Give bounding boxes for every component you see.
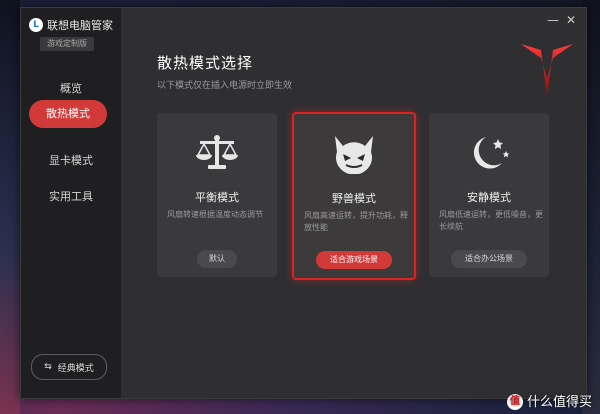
sidebar-item-gpu-mode[interactable]: 显卡模式 xyxy=(21,152,121,168)
close-button[interactable]: ✕ xyxy=(564,13,578,27)
minimize-button[interactable]: — xyxy=(546,13,560,27)
desktop-left-edge xyxy=(0,0,20,414)
mode-description: 风扇低速运转，更低噪音，更长续航 xyxy=(439,210,543,231)
mode-name: 平衡模式 xyxy=(195,191,239,204)
office-scene-button[interactable]: 适合办公场景 xyxy=(451,250,527,268)
gaming-scene-button[interactable]: 适合游戏场景 xyxy=(316,251,392,269)
classic-mode-button[interactable]: ⇆ 经典模式 xyxy=(31,354,107,380)
sidebar-item-cooling-mode[interactable]: 散热模式 xyxy=(29,100,107,128)
switch-arrows-icon: ⇆ xyxy=(44,362,52,372)
mode-description: 风扇高速运转，提升功耗，释放性能 xyxy=(304,211,408,232)
lenovo-logo-icon: L xyxy=(29,18,43,32)
watermark: 值什么值得买 xyxy=(506,391,592,410)
main-panel: — ✕ 散热模式选择 以下模式仅在插入电源时立即生效 平衡模式 风扇转速根据温度… xyxy=(121,8,586,398)
mode-description: 风扇转速根据温度动态调节 xyxy=(167,210,263,219)
app-window: L 联想电脑管家 游戏定制版 概览 散热模式 显卡模式 实用工具 ⇆ 经典模式 … xyxy=(20,7,587,399)
moon-stars-icon xyxy=(473,137,510,169)
page-title: 散热模式选择 xyxy=(157,54,254,72)
sidebar-item-utilities[interactable]: 实用工具 xyxy=(21,188,121,204)
default-tag-button[interactable]: 默认 xyxy=(197,250,237,268)
edition-badge: 游戏定制版 xyxy=(40,37,94,51)
mode-card-beast[interactable]: 野兽模式 风扇高速运转，提升功耗，释放性能 适合游戏场景 xyxy=(292,112,416,280)
sidebar-item-overview[interactable]: 概览 xyxy=(21,80,121,96)
mode-name: 安静模式 xyxy=(467,191,511,204)
beast-face-icon xyxy=(335,136,373,174)
brand: L 联想电脑管家 xyxy=(29,17,113,33)
mode-card-balanced[interactable]: 平衡模式 风扇转速根据温度动态调节 默认 xyxy=(157,113,277,277)
legion-y-emblem-icon xyxy=(521,44,573,96)
page-subtitle: 以下模式仅在插入电源时立即生效 xyxy=(157,81,293,91)
mode-name: 野兽模式 xyxy=(332,192,376,205)
classic-mode-label: 经典模式 xyxy=(57,363,94,374)
watermark-text: 什么值得买 xyxy=(526,394,592,410)
sidebar: L 联想电脑管家 游戏定制版 概览 散热模式 显卡模式 实用工具 ⇆ 经典模式 xyxy=(21,8,121,398)
balance-scale-icon xyxy=(196,135,238,169)
mode-card-quiet[interactable]: 安静模式 风扇低速运转，更低噪音，更长续航 适合办公场景 xyxy=(429,113,549,277)
app-title: 联想电脑管家 xyxy=(47,19,113,32)
watermark-badge: 值 xyxy=(506,394,523,410)
